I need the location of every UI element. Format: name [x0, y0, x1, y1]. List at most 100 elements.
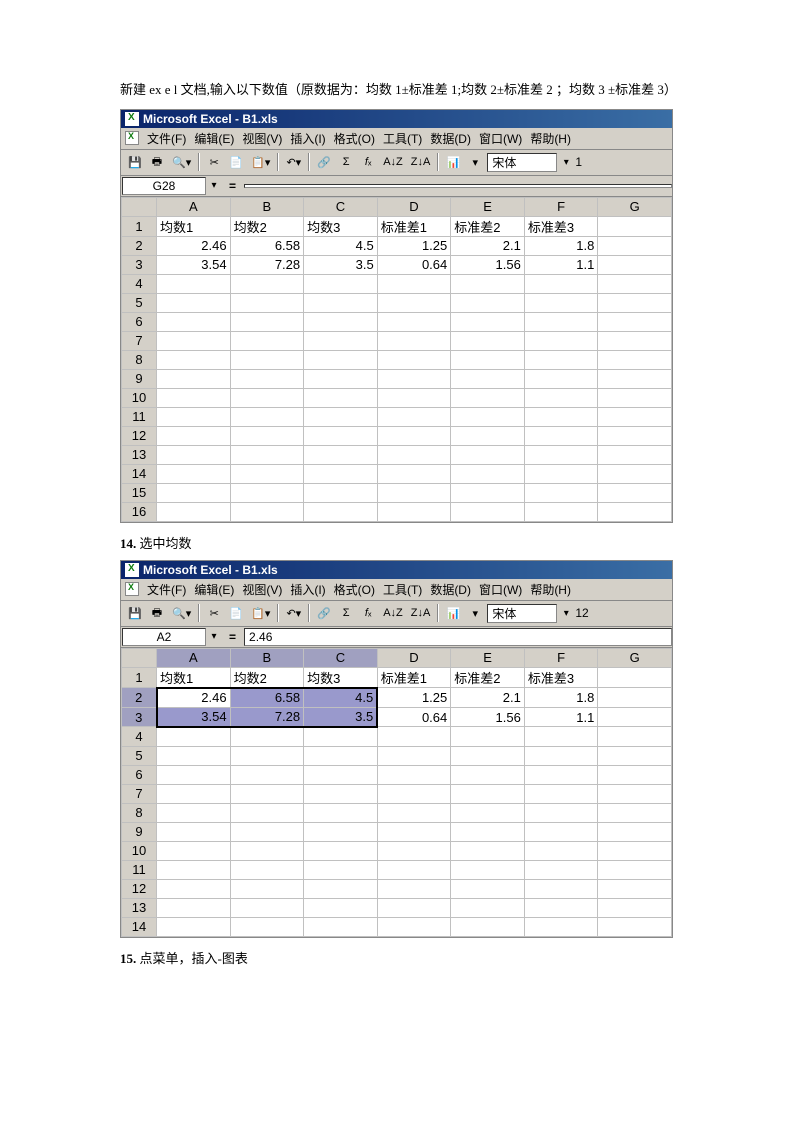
cell[interactable]: [157, 407, 231, 426]
cell[interactable]: [598, 407, 672, 426]
cell[interactable]: [304, 483, 378, 502]
cut-icon[interactable]: ✂: [204, 155, 224, 170]
cell[interactable]: [304, 898, 378, 917]
cell[interactable]: [377, 879, 451, 898]
preview-icon[interactable]: 🔍▾: [169, 155, 194, 170]
cell[interactable]: [230, 822, 304, 841]
row-header-10[interactable]: 10: [122, 388, 157, 407]
cell[interactable]: [598, 274, 672, 293]
row-header-1[interactable]: 1: [122, 667, 157, 688]
cell[interactable]: [451, 765, 525, 784]
cell[interactable]: [304, 879, 378, 898]
paste-icon[interactable]: 📋▾: [248, 155, 273, 170]
cell[interactable]: 标准差3: [524, 667, 598, 688]
cell[interactable]: [377, 765, 451, 784]
cut-icon[interactable]: ✂: [204, 606, 224, 621]
cell[interactable]: [377, 917, 451, 936]
cell[interactable]: [157, 274, 231, 293]
chart-icon[interactable]: 📊: [443, 606, 463, 621]
menu-help[interactable]: 帮助(H): [530, 130, 571, 147]
cell[interactable]: [304, 369, 378, 388]
cell[interactable]: [304, 331, 378, 350]
row-header-10[interactable]: 10: [122, 841, 157, 860]
menu-format[interactable]: 格式(O): [334, 581, 375, 598]
cell[interactable]: [157, 860, 231, 879]
menu-bar[interactable]: 文件(F) 编辑(E) 视图(V) 插入(I) 格式(O) 工具(T) 数据(D…: [121, 579, 672, 601]
cell[interactable]: [157, 746, 231, 765]
print-icon[interactable]: 🖶: [147, 603, 167, 624]
row-header-16[interactable]: 16: [122, 502, 157, 521]
cell[interactable]: [230, 860, 304, 879]
cell[interactable]: [157, 841, 231, 860]
font-combo[interactable]: 宋体: [487, 604, 557, 623]
cell[interactable]: [524, 879, 598, 898]
sheet-area[interactable]: ABCDEFG1均数1均数2均数3标准差1标准差2标准差322.466.584.…: [121, 197, 672, 522]
cell[interactable]: [377, 860, 451, 879]
cell[interactable]: [524, 765, 598, 784]
cell[interactable]: [451, 860, 525, 879]
cell[interactable]: [598, 464, 672, 483]
cell[interactable]: 2.46: [157, 688, 231, 708]
sort-az-icon[interactable]: A↓Z: [380, 606, 406, 620]
row-header-12[interactable]: 12: [122, 879, 157, 898]
col-header-F[interactable]: F: [524, 648, 598, 667]
sort-za-icon[interactable]: Z↓A: [408, 606, 434, 620]
cell[interactable]: 7.28: [230, 255, 304, 274]
menu-data[interactable]: 数据(D): [430, 130, 471, 147]
cell[interactable]: 均数2: [230, 667, 304, 688]
cell[interactable]: [230, 369, 304, 388]
cell[interactable]: [157, 727, 231, 747]
cell[interactable]: [377, 407, 451, 426]
col-header-D[interactable]: D: [377, 197, 451, 216]
cell[interactable]: [598, 388, 672, 407]
cell[interactable]: [304, 274, 378, 293]
name-box[interactable]: G28: [122, 177, 206, 195]
cell[interactable]: [377, 464, 451, 483]
cell[interactable]: [598, 236, 672, 255]
cell[interactable]: [598, 784, 672, 803]
fontsize[interactable]: 1: [575, 155, 582, 169]
print-icon[interactable]: 🖶: [147, 152, 167, 173]
hyperlink-icon[interactable]: 🔗: [314, 155, 334, 170]
cell[interactable]: [230, 445, 304, 464]
row-header-15[interactable]: 15: [122, 483, 157, 502]
paste-icon[interactable]: 📋▾: [248, 606, 273, 621]
cell[interactable]: 6.58: [230, 688, 304, 708]
cell[interactable]: [157, 369, 231, 388]
col-header-G[interactable]: G: [598, 197, 672, 216]
cell[interactable]: [524, 727, 598, 747]
row-header-11[interactable]: 11: [122, 407, 157, 426]
cell[interactable]: [157, 388, 231, 407]
cell[interactable]: 标准差1: [377, 667, 451, 688]
cell[interactable]: [451, 293, 525, 312]
cell[interactable]: [157, 464, 231, 483]
cell[interactable]: [598, 445, 672, 464]
cell[interactable]: [230, 350, 304, 369]
cell[interactable]: [157, 445, 231, 464]
cell[interactable]: [377, 312, 451, 331]
formula-input[interactable]: 2.46: [244, 628, 672, 646]
cell[interactable]: [598, 293, 672, 312]
cell[interactable]: 1.8: [524, 688, 598, 708]
undo-icon[interactable]: ↶▾: [283, 155, 304, 170]
cell[interactable]: [377, 445, 451, 464]
cell[interactable]: [157, 502, 231, 521]
select-all-corner[interactable]: [122, 197, 157, 216]
cell[interactable]: [598, 860, 672, 879]
cell[interactable]: 1.8: [524, 236, 598, 255]
cell[interactable]: [377, 822, 451, 841]
fx-icon[interactable]: fₓ: [358, 155, 378, 169]
cell[interactable]: [157, 822, 231, 841]
cell[interactable]: [377, 502, 451, 521]
cell[interactable]: [377, 803, 451, 822]
cell[interactable]: [524, 369, 598, 388]
cell[interactable]: [524, 746, 598, 765]
cell[interactable]: [157, 350, 231, 369]
col-header-A[interactable]: A: [157, 197, 231, 216]
cell[interactable]: [598, 216, 672, 236]
cell[interactable]: [451, 445, 525, 464]
cell[interactable]: [598, 483, 672, 502]
more-icon[interactable]: ▾: [465, 606, 485, 621]
col-header-B[interactable]: B: [230, 197, 304, 216]
cell[interactable]: [157, 784, 231, 803]
